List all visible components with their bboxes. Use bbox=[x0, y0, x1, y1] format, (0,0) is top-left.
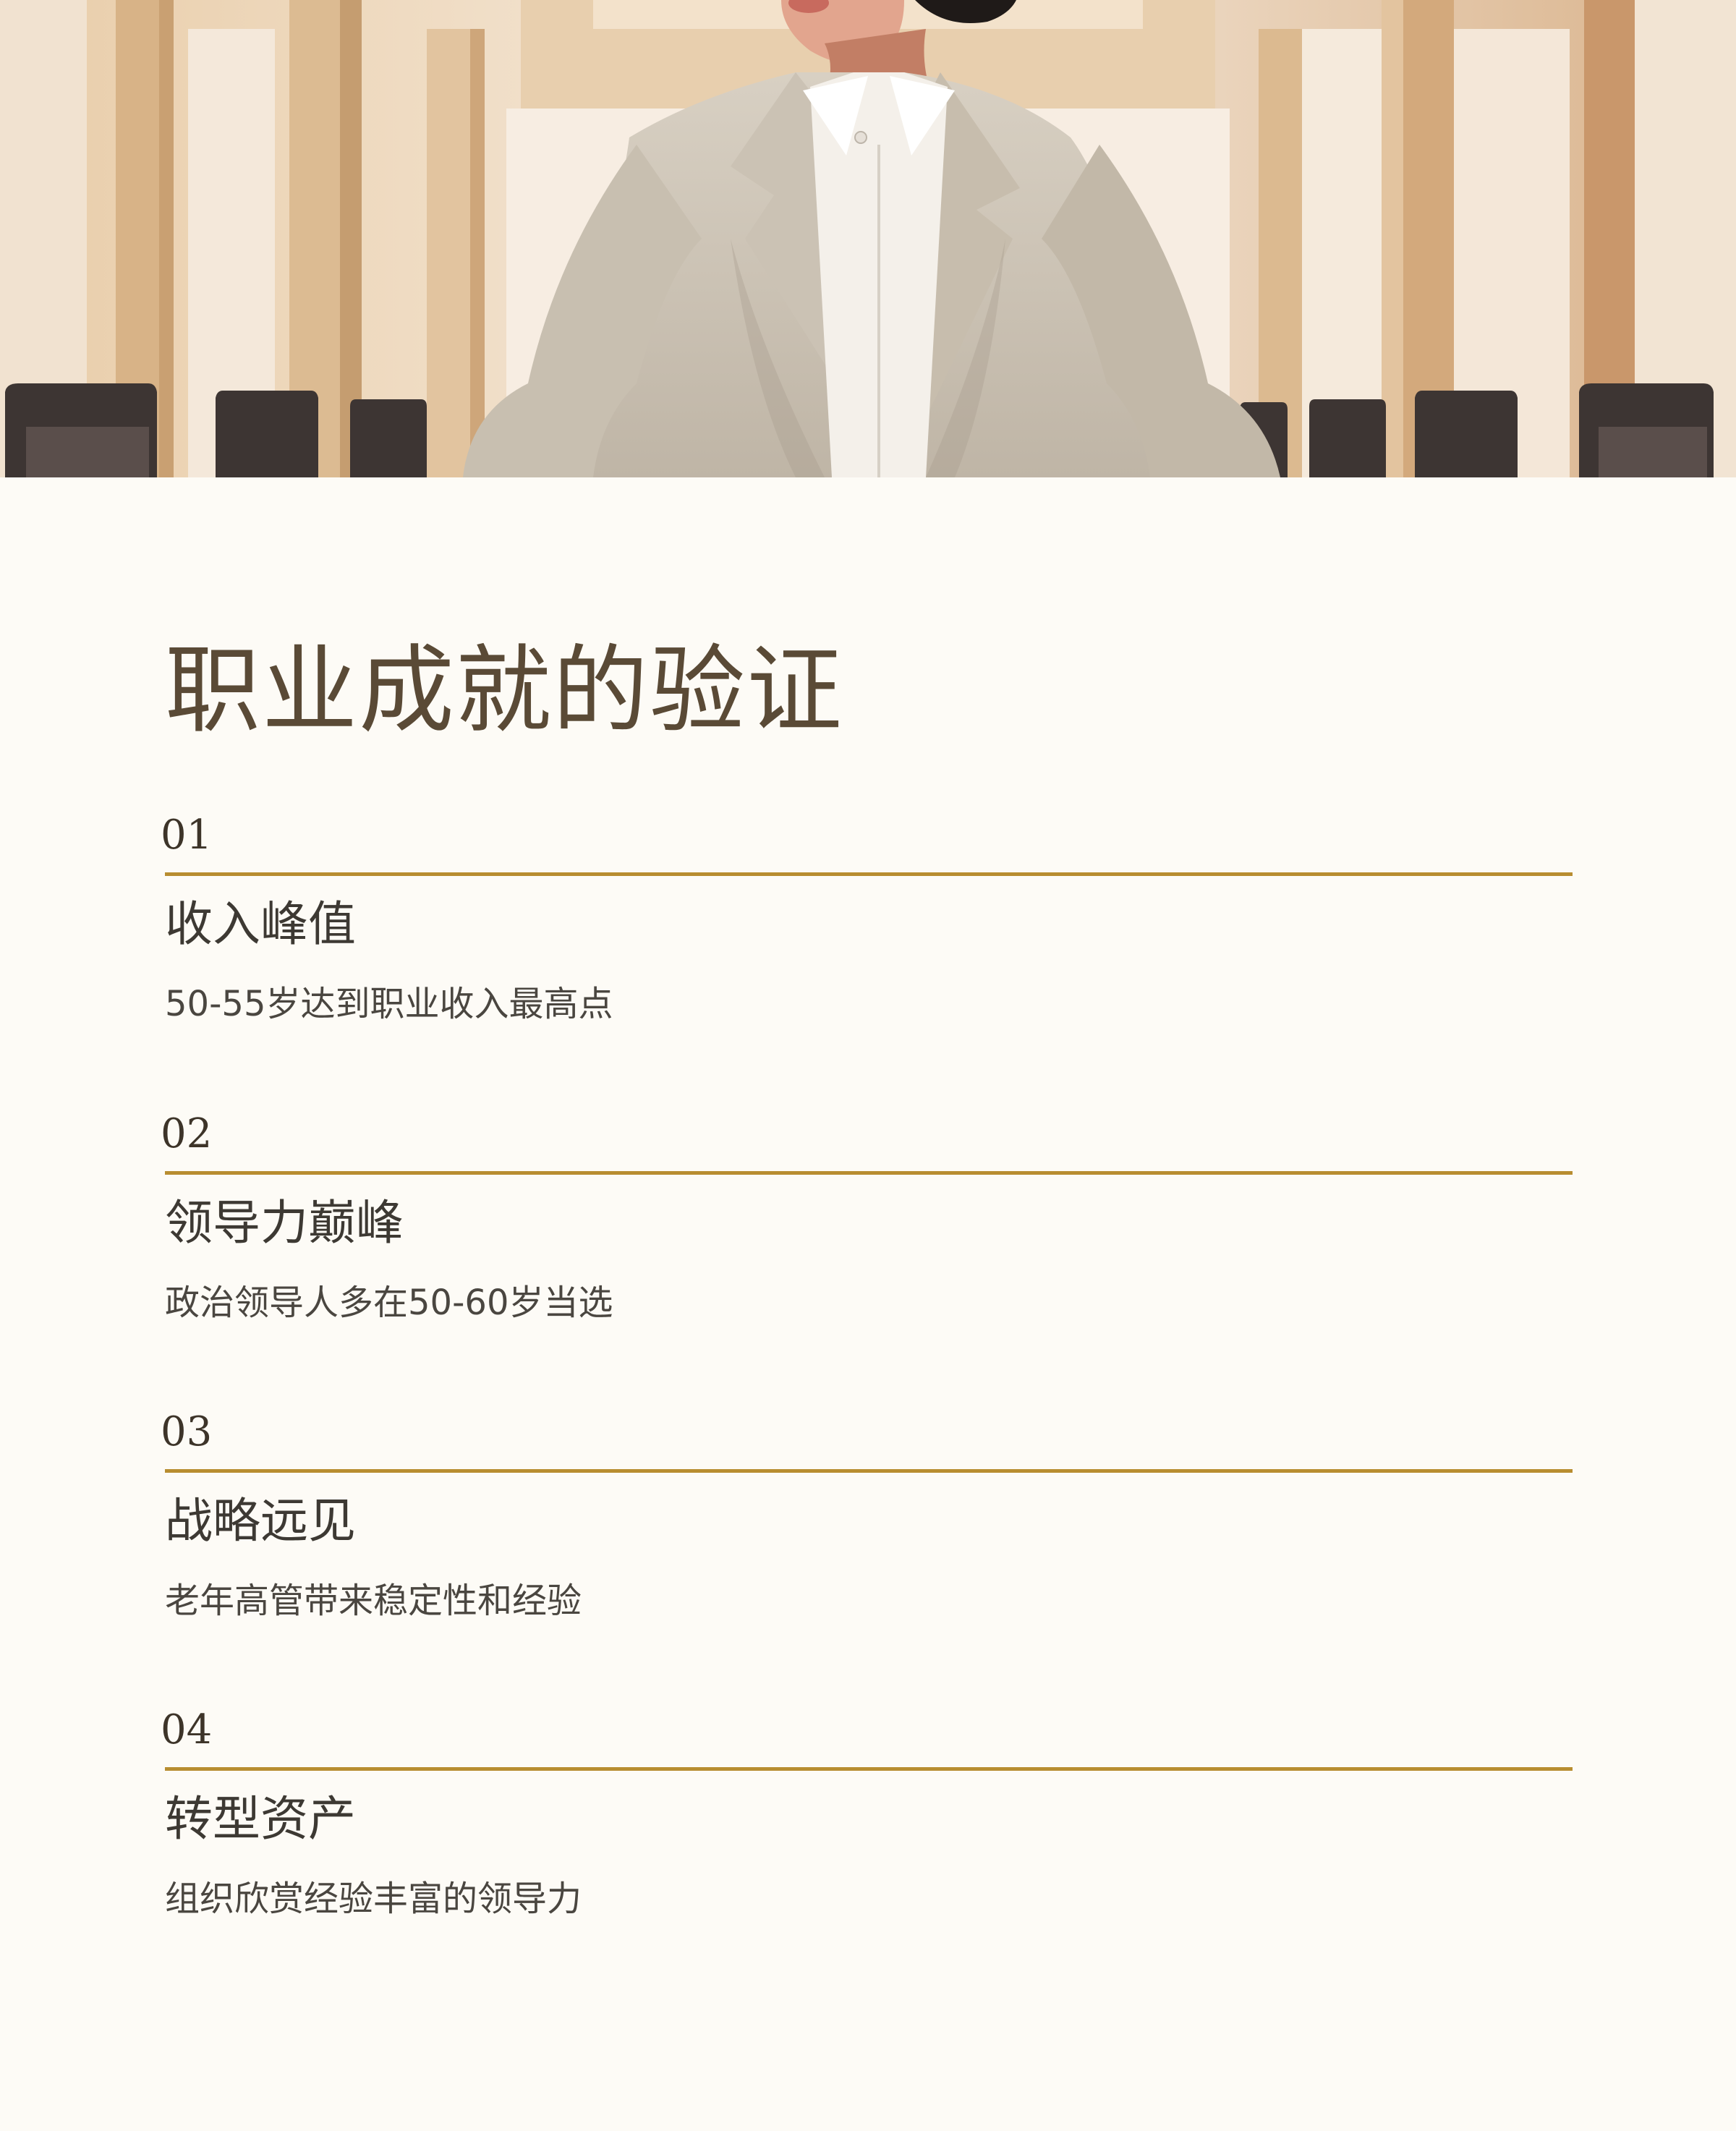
item-number: 04 bbox=[161, 1706, 213, 1753]
item-description: 组织欣赏经验丰富的领导力 bbox=[165, 1879, 582, 1919]
item-title: 收入峰值 bbox=[165, 896, 356, 952]
item-description: 政治领导人多在50-60岁当选 bbox=[165, 1283, 613, 1323]
list-item-2: 02 领导力巅峰 政治领导人多在50-60岁当选 bbox=[161, 1109, 1573, 1384]
item-number: 03 bbox=[161, 1408, 213, 1455]
list-item-4: 04 转型资产 组织欣赏经验丰富的领导力 bbox=[161, 1705, 1573, 1980]
divider-rule bbox=[165, 872, 1573, 876]
item-description: 50-55岁达到职业收入最高点 bbox=[165, 984, 613, 1024]
divider-rule bbox=[165, 1171, 1573, 1175]
list-item-1: 01 收入峰值 50-55岁达到职业收入最高点 bbox=[161, 810, 1573, 1085]
divider-rule bbox=[165, 1767, 1573, 1771]
item-description: 老年高管带来稳定性和经验 bbox=[165, 1581, 582, 1621]
hero-illustration bbox=[0, 0, 1736, 477]
list-item-3: 03 战略远见 老年高管带来稳定性和经验 bbox=[161, 1407, 1573, 1682]
item-number: 01 bbox=[161, 812, 213, 859]
item-title: 转型资产 bbox=[165, 1791, 356, 1847]
divider-rule bbox=[165, 1469, 1573, 1473]
item-number: 02 bbox=[161, 1110, 213, 1157]
page-title: 职业成就的验证 bbox=[165, 635, 843, 747]
item-title: 战略远见 bbox=[165, 1493, 356, 1549]
item-title: 领导力巅峰 bbox=[165, 1195, 404, 1251]
